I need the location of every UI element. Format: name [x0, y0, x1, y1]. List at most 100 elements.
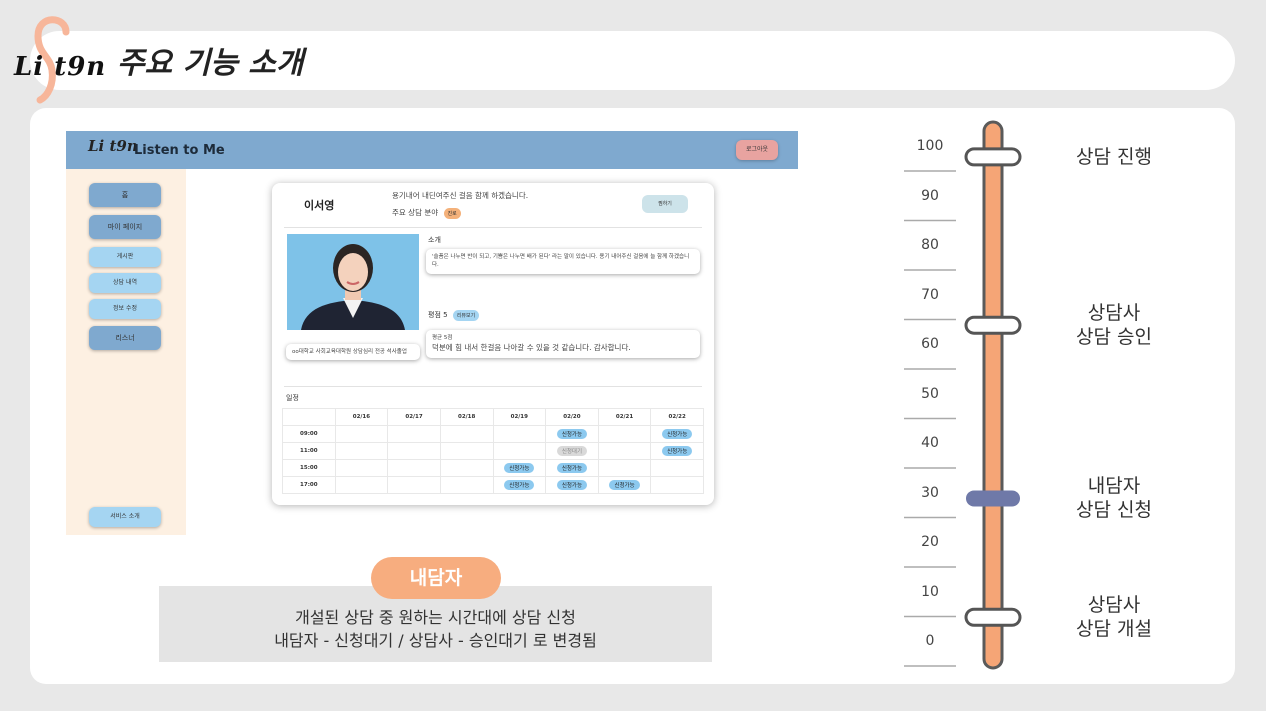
scale-tick-label: 60: [921, 336, 939, 352]
divider: [284, 227, 702, 228]
schedule-cell: [334, 425, 389, 443]
scale-tick-label: 90: [921, 187, 939, 204]
scale-tick-label: 50: [921, 385, 939, 402]
rating: 평점 5 리뷰보기: [428, 310, 480, 321]
scale-tick-label: 70: [921, 286, 939, 303]
schedule-cell: 신청가능: [650, 425, 704, 443]
schedule-cell: [597, 425, 652, 443]
scale-tick-label: 10: [921, 583, 939, 600]
schedule-cell: [334, 476, 389, 494]
schedule-cell: [387, 476, 441, 494]
schedule-cell: [650, 476, 704, 494]
schedule-cell: 신청가능: [597, 476, 652, 494]
schedule-label: 일정: [286, 394, 299, 402]
area-label: 주요 상담 분야: [392, 208, 439, 217]
review-card: 평균 5점 덕분에 힘 내서 한걸음 나아갈 수 있을 것 같습니다. 감사합니…: [426, 330, 700, 358]
step-label: 내담자 상담 신청: [1076, 475, 1152, 522]
schedule-row: 17:00 신청가능 신청가능 신청가능: [282, 476, 704, 494]
schedule-date: 02/21: [597, 408, 652, 426]
logout-button[interactable]: 로그아웃: [736, 140, 778, 160]
step-label: 상담 진행: [1076, 145, 1152, 168]
sidebar-item-listener[interactable]: 리스너: [89, 326, 161, 350]
slot-chip-waiting: 신청대기: [556, 446, 588, 456]
schedule-date: 02/16: [334, 408, 389, 426]
sidebar-item-service-intro[interactable]: 서비스 소개: [89, 507, 161, 527]
slot-chip[interactable]: 신청가능: [662, 429, 693, 439]
slider-handle[interactable]: [964, 607, 1022, 627]
schedule-cell: [334, 442, 389, 460]
sidebar-item-home[interactable]: 홈: [89, 183, 161, 207]
schedule-cell: [597, 442, 652, 460]
schedule-cell: 신청가능: [650, 442, 704, 460]
slot-chip[interactable]: 신청가능: [556, 429, 588, 439]
review-button[interactable]: 리뷰보기: [452, 310, 480, 321]
schedule-cell: 신청대기: [545, 442, 599, 460]
schedule-cell: [492, 442, 547, 460]
schedule-cell: 신청가능: [492, 459, 547, 477]
schedule-date: 02/18: [439, 408, 494, 426]
slot-chip[interactable]: 신청가능: [504, 463, 535, 473]
like-button[interactable]: 찜하기: [642, 195, 688, 213]
about-label: 소개: [428, 236, 441, 244]
caption-line-2: 내담자 - 신청대기 / 상담사 - 승인대기 로 변경됨: [274, 631, 597, 650]
schedule-corner: [282, 408, 336, 426]
scale-tick-label: 20: [921, 534, 939, 550]
sidebar-item-board[interactable]: 게시판: [89, 247, 161, 267]
schedule-time: 15:00: [282, 459, 336, 477]
page-title: 주요 기능 소개: [117, 46, 304, 81]
schedule-cell: [492, 425, 547, 443]
schedule-time: 09:00: [282, 425, 336, 443]
schedule-table: 02/16 02/17 02/18 02/19 02/20 02/21 02/2…: [282, 408, 704, 494]
sidebar-item-history[interactable]: 상담 내역: [89, 273, 161, 293]
slot-chip[interactable]: 신청가능: [556, 480, 588, 490]
schedule-cell: [387, 459, 441, 477]
step-label: 상담사 상담 승인: [1076, 302, 1152, 349]
schedule-cell: [597, 459, 652, 477]
schedule-header-row: 02/16 02/17 02/18 02/19 02/20 02/21 02/2…: [282, 408, 704, 426]
scale-tick-label: 0: [925, 633, 935, 649]
slider-track: [982, 120, 1004, 670]
slot-chip[interactable]: 신청가능: [662, 446, 693, 456]
schedule-date: 02/20: [545, 408, 599, 426]
schedule-cell: 신청가능: [492, 476, 547, 494]
sidebar-item-mypage[interactable]: 마이 페이지: [89, 215, 161, 239]
step-label: 상담사 상담 개설: [1076, 594, 1152, 641]
schedule-date: 02/19: [492, 408, 547, 426]
review-text: 덕분에 힘 내서 한걸음 나아갈 수 있을 것 같습니다. 감사합니다.: [432, 343, 631, 353]
divider: [284, 386, 702, 387]
counselor-profile-card: 이서영 용기내어 내딘여주신 걸음 함께 하겠습니다. 주요 상담 분야 진로 …: [272, 183, 714, 505]
counselor-photo: [287, 234, 419, 330]
schedule-cell: 신청가능: [545, 459, 599, 477]
schedule-cell: [439, 425, 494, 443]
schedule-cell: 신청가능: [545, 425, 599, 443]
schedule-time: 17:00: [282, 476, 336, 494]
scale-tick-label: 30: [921, 484, 939, 501]
brand-logo: Li t9n: [14, 52, 107, 82]
slider-handle-active[interactable]: [966, 490, 1020, 507]
app-title: Listen to Me: [134, 143, 225, 158]
schedule-cell: [650, 459, 704, 477]
slot-chip[interactable]: 신청가능: [504, 480, 535, 490]
slot-chip[interactable]: 신청가능: [556, 463, 588, 473]
person-photo-icon: [287, 234, 419, 330]
scale-tick-label: 40: [921, 435, 939, 451]
slider-handle[interactable]: [964, 147, 1022, 167]
role-badge: 내담자: [371, 557, 501, 599]
counselor-area: 주요 상담 분야 진로: [392, 207, 461, 219]
counselor-intro: 용기내어 내딘여주신 걸음 함께 하겠습니다.: [392, 191, 529, 200]
app-header: Li t9n Listen to Me 로그아웃: [66, 131, 798, 169]
slot-chip[interactable]: 신청가능: [609, 480, 640, 490]
progress-scale: [904, 120, 1022, 670]
area-tag: 진로: [443, 208, 461, 219]
schedule-date: 02/22: [650, 408, 704, 426]
slider-handle[interactable]: [964, 315, 1022, 335]
app-logo: Li t9n: [88, 137, 138, 155]
schedule-row: 09:00 신청가능 신청가능: [282, 425, 704, 443]
caption-line-1: 개설된 상담 중 원하는 시간대에 상담 신청: [295, 608, 576, 627]
scale-tick-label: 100: [916, 138, 944, 154]
schedule-cell: [439, 476, 494, 494]
schedule-date: 02/17: [387, 408, 441, 426]
counselor-name: 이서영: [304, 199, 335, 212]
sidebar-item-edit-info[interactable]: 정보 수정: [89, 299, 161, 319]
schedule-row: 15:00 신청가능 신청가능: [282, 459, 704, 477]
